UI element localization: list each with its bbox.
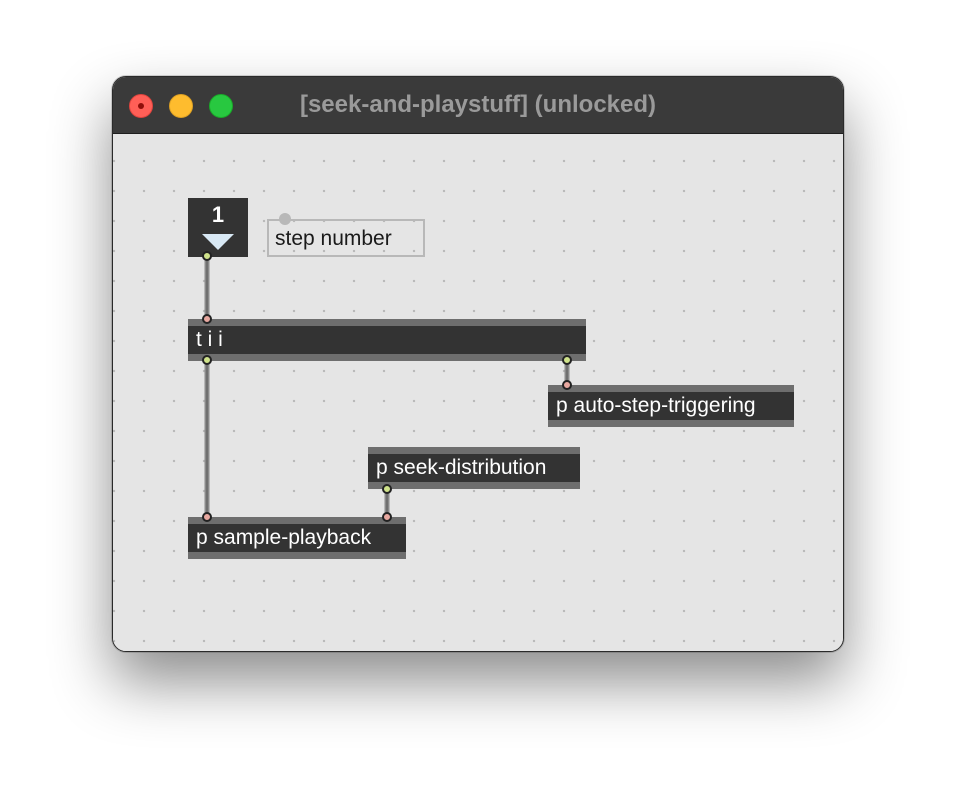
step-number-comment[interactable]: step number — [267, 219, 425, 257]
trigger-outlet-right[interactable] — [562, 355, 572, 365]
patcher-window: [seek-and-playstuff] (unlocked) — [112, 76, 844, 652]
sample-playback-object[interactable]: p sample-playback — [188, 517, 406, 559]
sample-playback-label: p sample-playback — [196, 526, 372, 549]
sample-playback-inlet-left[interactable] — [202, 512, 212, 522]
seek-distribution-label: p seek-distribution — [376, 456, 547, 479]
number-box-value: 1 — [211, 202, 225, 227]
sample-playback-inlet-right[interactable] — [382, 512, 392, 522]
number-box[interactable]: 1 — [188, 198, 248, 257]
trigger-inlet[interactable] — [202, 314, 212, 324]
number-box-outlet[interactable] — [202, 251, 212, 261]
auto-step-triggering-object[interactable]: p auto-step-triggering — [548, 385, 794, 427]
auto-step-inlet[interactable] — [562, 380, 572, 390]
comment-text: step number — [275, 227, 392, 250]
trigger-object[interactable]: t i i — [188, 319, 586, 361]
trigger-object-label: t i i — [196, 328, 223, 351]
triangle-down-icon — [202, 234, 234, 250]
seek-distribution-object[interactable]: p seek-distribution — [368, 447, 580, 489]
title-bar[interactable]: [seek-and-playstuff] (unlocked) — [113, 77, 843, 134]
window-title: [seek-and-playstuff] (unlocked) — [299, 91, 657, 118]
comment-handle[interactable] — [279, 213, 291, 225]
auto-step-label: p auto-step-triggering — [556, 394, 756, 417]
seek-distribution-outlet[interactable] — [382, 484, 392, 494]
trigger-outlet-left[interactable] — [202, 355, 212, 365]
